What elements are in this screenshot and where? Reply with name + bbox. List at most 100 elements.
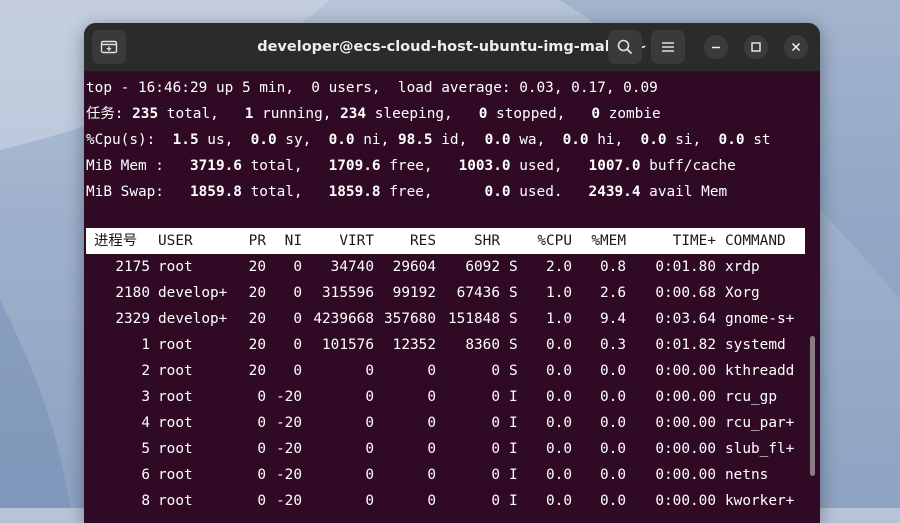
close-icon [791, 42, 801, 52]
close-button[interactable] [784, 35, 808, 59]
cell-mem: 0.0 [600, 363, 626, 379]
cell-time: 0:00.00 [655, 389, 716, 405]
cell-pr: 20 [248, 363, 266, 379]
cell-command: gnome-s+ [725, 311, 795, 327]
cell-pr: 20 [248, 259, 266, 275]
cell-time: 0:00.00 [655, 493, 716, 509]
cell-ni: 0 [293, 259, 302, 275]
new-tab-button[interactable] [92, 30, 126, 64]
minimize-icon [712, 46, 720, 49]
cell-cpu: 1.0 [546, 311, 572, 327]
cell-command: systemd [725, 337, 786, 353]
col-res: RES [410, 233, 436, 249]
cell-command: kthreadd [725, 363, 795, 379]
cell-shr: 0 [491, 467, 500, 483]
cell-virt: 0 [365, 493, 374, 509]
search-button[interactable] [608, 30, 642, 64]
cell-ni: -20 [276, 493, 302, 509]
table-row: 5 root 0 -20 0 0 0 I 0.0 0.0 0:00.00 slub_fl+ [86, 436, 805, 462]
cell-user: root [158, 363, 193, 379]
terminal-scrollbar[interactable] [810, 336, 815, 476]
cell-command: slub_fl+ [725, 441, 795, 457]
cell-state: S [509, 337, 518, 353]
cell-virt: 4239668 [313, 311, 374, 327]
cell-cpu: 0.0 [546, 389, 572, 405]
cell-pid: 6 [141, 467, 150, 483]
cell-cpu: 1.0 [546, 285, 572, 301]
table-row: 2329 develop+ 20 0 4239668 357680 151848 S 1.0 9.… [86, 306, 805, 332]
cell-pid: 4 [141, 415, 150, 431]
cell-command: netns [725, 467, 769, 483]
new-tab-icon [100, 40, 118, 54]
maximize-button[interactable] [744, 35, 768, 59]
tasks-line: 任务: 235 total, 1 running, 234 sleeping, … [86, 106, 661, 122]
table-row: 4 root 0 -20 0 0 0 I 0.0 0.0 0:00.00 rcu_par+ [86, 410, 805, 436]
cell-mem: 0.0 [600, 467, 626, 483]
col-shr: SHR [474, 233, 500, 249]
cell-ni: 0 [293, 311, 302, 327]
col-mem: %MEM [591, 233, 626, 249]
cell-ni: 0 [293, 285, 302, 301]
cell-pid: 2180 [115, 285, 150, 301]
col-cpu: %CPU [537, 233, 572, 249]
terminal-output[interactable]: top - 16:46:29 up 5 min, 0 users, load a… [84, 72, 820, 523]
cell-user: root [158, 415, 193, 431]
terminal-window: developer@ecs-cloud-host-ubuntu-img-make… [84, 23, 820, 523]
minimize-button[interactable] [704, 35, 728, 59]
cell-command: rcu_gp [725, 389, 777, 405]
cell-user: root [158, 337, 193, 353]
cell-state: S [509, 259, 518, 275]
cell-mem: 2.6 [600, 285, 626, 301]
cell-pr: 20 [248, 337, 266, 353]
cell-user: develop+ [158, 311, 228, 327]
cpu-line: %Cpu(s): 1.5 us, 0.0 sy, 0.0 ni, 98.5 id… [86, 132, 771, 148]
cell-virt: 0 [365, 363, 374, 379]
maximize-icon [751, 42, 761, 52]
hamburger-menu-icon [662, 42, 674, 52]
menu-button[interactable] [651, 30, 685, 64]
cell-time: 0:01.80 [655, 259, 716, 275]
cell-shr: 0 [491, 363, 500, 379]
cell-user: root [158, 467, 193, 483]
cell-command: kworker+ [725, 493, 795, 509]
cell-pr: 0 [257, 467, 266, 483]
col-pid: 进程号 [94, 233, 138, 249]
cell-mem: 0.3 [600, 337, 626, 353]
cell-shr: 0 [491, 415, 500, 431]
cell-shr: 0 [491, 389, 500, 405]
cell-user: develop+ [158, 285, 228, 301]
cell-state: S [509, 311, 518, 327]
cell-state: I [509, 493, 518, 509]
cell-shr: 6092 [465, 259, 500, 275]
search-icon [617, 39, 633, 55]
col-time: TIME+ [672, 233, 716, 249]
cell-state: I [509, 389, 518, 405]
cell-pr: 20 [248, 285, 266, 301]
cell-shr: 8360 [465, 337, 500, 353]
cell-time: 0:00.00 [655, 441, 716, 457]
cell-virt: 315596 [322, 285, 374, 301]
cell-ni: -20 [276, 389, 302, 405]
table-row: 2180 develop+ 20 0 315596 99192 67436 S 1.0 2.6 0:… [86, 280, 805, 306]
cell-time: 0:00.00 [655, 467, 716, 483]
cell-state: S [509, 363, 518, 379]
cell-pid: 2329 [115, 311, 150, 327]
cell-ni: -20 [276, 415, 302, 431]
table-row: 3 root 0 -20 0 0 0 I 0.0 0.0 0:00.00 rcu_gp [86, 384, 805, 410]
table-row: 2175 root 20 0 34740 29604 6092 S 2.0 0.8 0:01.80 x… [86, 254, 805, 280]
cell-user: root [158, 259, 193, 275]
cell-cpu: 0.0 [546, 467, 572, 483]
title-bar: developer@ecs-cloud-host-ubuntu-img-make… [84, 23, 820, 72]
cell-ni: 0 [293, 337, 302, 353]
cell-user: root [158, 441, 193, 457]
cell-user: root [158, 493, 193, 509]
cell-time: 0:00.68 [655, 285, 716, 301]
cell-res: 0 [427, 493, 436, 509]
cell-user: root [158, 389, 193, 405]
table-row: 8 root 0 -20 0 0 0 I 0.0 0.0 0:00.00 kworker+ [86, 488, 805, 514]
cell-ni: -20 [276, 467, 302, 483]
cell-pr: 20 [248, 311, 266, 327]
cell-time: 0:01.82 [655, 337, 716, 353]
cell-virt: 0 [365, 389, 374, 405]
cell-mem: 0.0 [600, 389, 626, 405]
